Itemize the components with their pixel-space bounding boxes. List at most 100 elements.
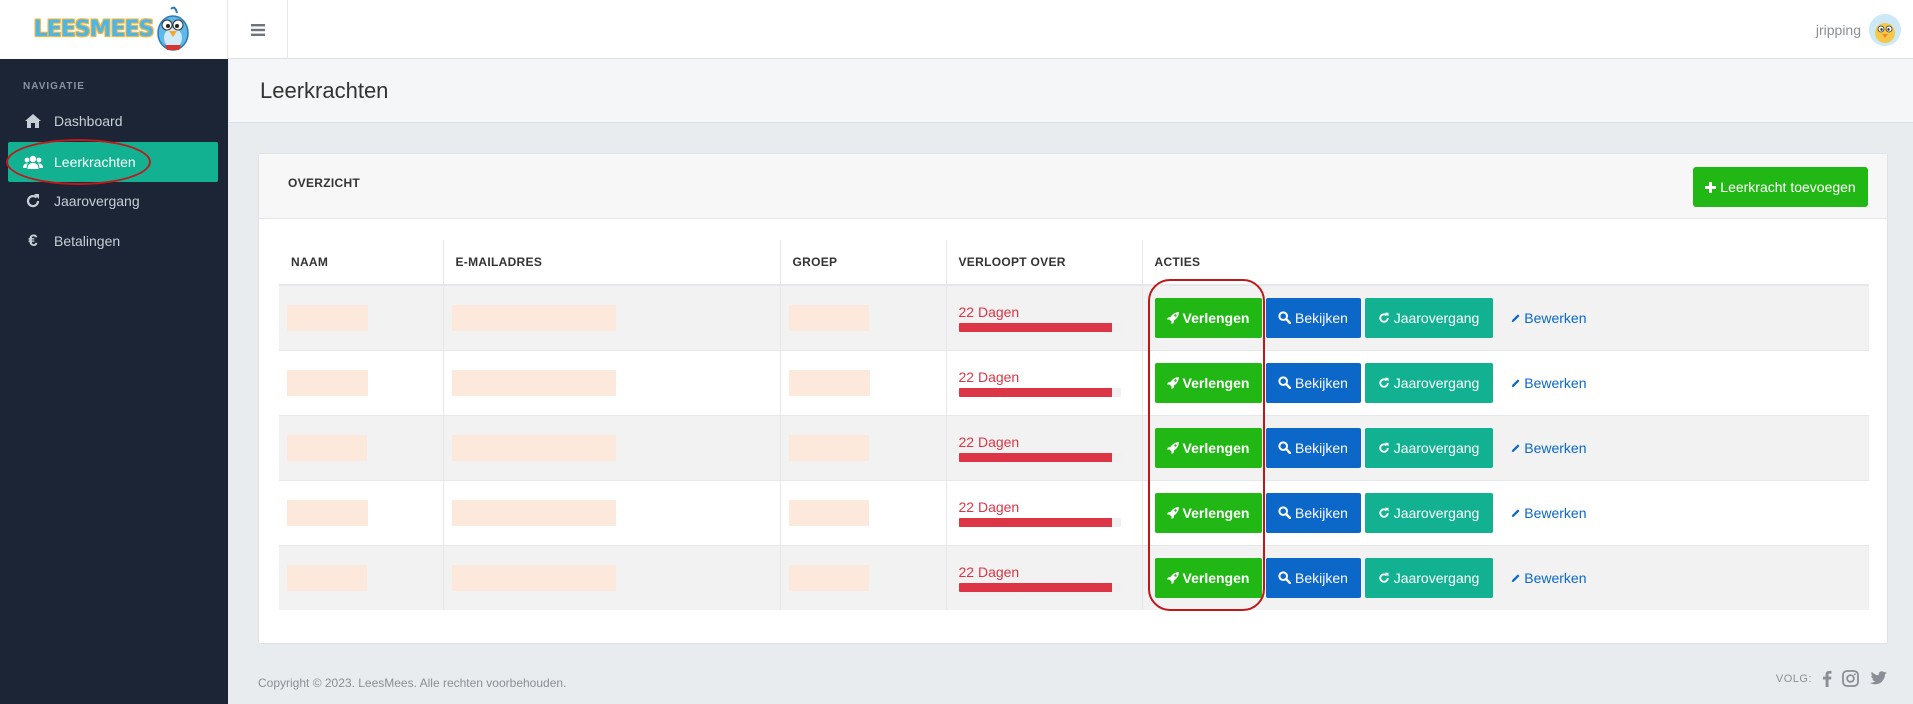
sidebar-item-dashboard[interactable]: Dashboard [8,101,218,141]
col-header-expires[interactable]: VERLOOPT OVER [945,240,1142,286]
cell-email [442,284,780,350]
extend-button[interactable]: Verlengen [1154,427,1262,468]
nav-section-title: NAVIGATIE [23,81,85,92]
extend-button[interactable]: Verlengen [1154,492,1262,533]
redacted-name [287,434,367,461]
table-row: 22 Dagen Verlengen Bekijken Jaarovergang [279,414,1869,480]
rocket-icon [1166,571,1179,584]
euro-icon: € [28,231,38,250]
extend-button[interactable]: Verlengen [1154,362,1262,403]
redacted-email [451,304,616,331]
redacted-group [788,564,869,591]
col-header-email[interactable]: E-MAILADRES [442,240,780,286]
cell-expires: 22 Dagen [945,284,1142,350]
sidebar-item-leerkrachten[interactable]: Leerkrachten [8,142,218,182]
username: jripping [1815,21,1861,38]
search-icon [1278,376,1292,389]
refresh-icon [23,193,43,209]
pencil-icon [1511,508,1520,517]
card-title: OVERZICHT [288,176,361,190]
edit-link[interactable]: Bewerken [1497,298,1587,338]
expires-progress-bar [958,582,1121,592]
top-bar: LEESMEES jripping [0,0,1913,59]
sidebar-item-label: Jaarovergang [54,193,140,209]
expires-text: 22 Dagen [958,368,1020,385]
follow-label: VOLG: [1775,672,1812,685]
edit-label: Bewerken [1524,569,1587,586]
search-icon [1278,506,1292,519]
expires-text: 22 Dagen [958,498,1020,515]
edit-link[interactable]: Bewerken [1497,363,1587,403]
view-button[interactable]: Bekijken [1265,427,1361,468]
extend-label: Verlengen [1182,569,1250,586]
redacted-email [451,434,616,461]
cell-group [779,284,946,350]
year-transition-label: Jaarovergang [1393,374,1480,391]
col-header-name[interactable]: NAAM [279,240,443,286]
avatar[interactable] [1869,13,1901,46]
social-links: VOLG: [1776,670,1887,687]
search-icon [1278,311,1292,325]
col-header-group[interactable]: GROEP [779,240,946,286]
view-label: Bekijken [1295,569,1348,586]
pencil-icon [1511,443,1520,452]
refresh-icon [1379,572,1389,583]
table-row: 22 Dagen Verlengen Bekijken Jaarovergang [279,284,1869,350]
add-teacher-button[interactable]: Leerkracht toevoegen [1693,167,1868,207]
cell-name [279,414,443,480]
leesmees-logo[interactable]: LEESMEES [34,5,194,55]
edit-label: Bewerken [1524,374,1587,391]
bird-mascot-icon [157,6,190,51]
instagram-icon[interactable] [1842,670,1859,687]
table-header-row: NAAM E-MAILADRES GROEP VERLOOPT OVER ACT… [279,240,1869,286]
view-button[interactable]: Bekijken [1265,492,1361,533]
cell-actions: Verlengen Bekijken Jaarovergang Bewerken [1141,414,1869,480]
year-transition-button[interactable]: Jaarovergang [1364,362,1493,403]
expires-progress-fill [958,517,1113,527]
cell-actions: Verlengen Bekijken Jaarovergang Bewerken [1141,544,1869,610]
cell-group [779,479,946,545]
cell-email [442,414,780,480]
expires-progress-fill [958,387,1113,397]
expires-progress-bar [958,322,1121,332]
edit-link[interactable]: Bewerken [1497,558,1587,598]
rocket-icon [1166,506,1179,519]
twitter-icon[interactable] [1869,671,1887,686]
year-transition-button[interactable]: Jaarovergang [1364,427,1493,468]
year-transition-label: Jaarovergang [1393,569,1480,586]
teachers-card: OVERZICHT Leerkracht toevoegen NAAM E-MA… [258,153,1888,644]
cell-email [442,544,780,610]
search-icon [1278,441,1292,454]
expires-progress-fill [958,582,1113,592]
edit-link[interactable]: Bewerken [1497,493,1587,533]
view-button[interactable]: Bekijken [1265,557,1361,598]
redacted-email [451,369,616,396]
pencil-icon [1511,314,1520,322]
user-menu[interactable]: jripping [1816,0,1901,59]
view-button[interactable]: Bekijken [1265,362,1361,403]
redacted-name [287,369,368,396]
menu-toggle-button[interactable] [228,0,288,59]
page-title: Leerkrachten [260,78,389,103]
logo-area[interactable]: LEESMEES [0,0,228,59]
cell-actions: Verlengen Bekijken Jaarovergang Bewerken [1141,349,1869,415]
edit-link[interactable]: Bewerken [1497,428,1587,468]
year-transition-button[interactable]: Jaarovergang [1364,492,1493,533]
year-transition-button[interactable]: Jaarovergang [1364,557,1493,598]
plus-icon [1705,181,1717,193]
sidebar-item-betalingen[interactable]: € Betalingen [8,221,218,261]
home-icon [23,113,43,129]
search-icon [1278,571,1292,585]
extend-button[interactable]: Verlengen [1154,297,1262,338]
sidebar-item-jaarovergang[interactable]: Jaarovergang [8,181,218,221]
year-transition-button[interactable]: Jaarovergang [1364,297,1493,338]
year-transition-label: Jaarovergang [1393,504,1480,521]
users-icon [23,154,43,170]
extend-button[interactable]: Verlengen [1154,557,1262,598]
redacted-group [788,434,869,461]
sidebar: NAVIGATIE Dashboard Leerkrachten Jaarove… [0,59,228,704]
facebook-icon[interactable] [1822,670,1832,687]
cell-group [779,349,946,415]
cell-name [279,544,443,610]
view-button[interactable]: Bekijken [1265,297,1361,338]
